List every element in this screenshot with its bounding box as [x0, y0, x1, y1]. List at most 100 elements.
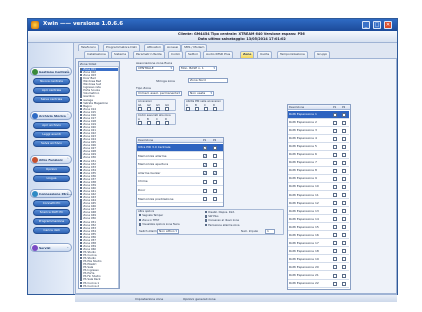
sidebar-section-gestione[interactable]: Gestione Centrale ⌃	[30, 67, 72, 76]
pin-checkbox[interactable]	[186, 107, 190, 111]
close-button[interactable]: ✕	[384, 21, 392, 29]
expansion-p2-checkbox[interactable]	[342, 241, 346, 246]
title-bar[interactable]: Xwin —— versione 1.0.6.6 _ □ ✕	[28, 19, 397, 31]
tab-attivatori[interactable]: Attivatori	[144, 44, 164, 51]
other-option-item[interactable]: Visualizza opzioni zona fisica	[139, 223, 180, 226]
expansion-p1-checkbox[interactable]	[333, 168, 337, 173]
expansion-p1-checkbox[interactable]	[333, 281, 337, 286]
assoc-select[interactable]: CENTRALE	[136, 66, 174, 71]
accensione-checkbox[interactable]	[165, 107, 169, 111]
other-option-item[interactable]: Esclusione allarme zona	[205, 223, 239, 227]
expansion-row[interactable]: Rotti Espansione 5	[288, 143, 349, 151]
expansion-p1-checkbox[interactable]	[333, 257, 337, 262]
expansion-p2-checkbox[interactable]	[342, 184, 346, 189]
expansion-p1-checkbox[interactable]	[333, 120, 337, 125]
expansion-p1-checkbox[interactable]	[333, 128, 337, 133]
expansion-row[interactable]: Rotti Espansione 8	[288, 167, 349, 175]
expansion-row[interactable]: Rotti Espansione 3	[288, 127, 349, 135]
expansion-p1-checkbox[interactable]	[333, 209, 337, 214]
expansion-p2-checkbox[interactable]	[342, 281, 346, 286]
expansion-p2-checkbox[interactable]	[342, 152, 346, 157]
pin-checkbox[interactable]	[213, 107, 217, 111]
other-option-item[interactable]: Segnala Tamper	[139, 214, 163, 217]
option-p2-checkbox[interactable]	[213, 162, 217, 167]
sidebar-item-carica-dati[interactable]: Carica dati	[33, 227, 70, 234]
sidebar-item-connetti-pc[interactable]: Connetti PC	[33, 200, 70, 207]
tab-zone[interactable]: Zone	[240, 51, 255, 58]
other-option-item[interactable]: Zona in TEST	[139, 218, 159, 222]
expansion-p2-checkbox[interactable]	[342, 193, 346, 197]
zone-string-input[interactable]: Zona Nord	[188, 78, 228, 83]
expansion-row[interactable]: Rotti Espansione 10	[288, 183, 349, 191]
maximize-button[interactable]: □	[373, 21, 381, 29]
codice-checkbox[interactable]	[165, 121, 169, 125]
other-option-item[interactable]: SW Plus	[205, 215, 219, 218]
tab-programmatore-dati[interactable]: Programmatore Dati	[103, 44, 140, 51]
sidebar-item-scarica-dati[interactable]: Scarica DATI PC	[33, 209, 70, 216]
accensione-checkbox[interactable]	[138, 107, 142, 111]
option-p1-checkbox[interactable]	[203, 145, 207, 150]
switch-select[interactable]: Non attivo	[157, 229, 179, 234]
assoc-module-select[interactable]: Mon. BASE n. 1	[179, 66, 217, 71]
expansion-row[interactable]: Rotti Espansione 11	[288, 192, 349, 199]
codice-checkbox[interactable]	[156, 121, 160, 125]
expansion-row[interactable]: Rotti Espansione 19	[288, 256, 349, 264]
expansion-p2-checkbox[interactable]	[342, 144, 346, 149]
zone-options-table[interactable]: Descrizione P1 P2 Ultra PIR 3.0 Centrale…	[136, 137, 224, 207]
expansion-row[interactable]: Rotti Espansione 4	[288, 135, 349, 143]
sidebar-section-altre-funzioni[interactable]: Altre Funzioni ⌃	[30, 155, 72, 164]
expansion-row[interactable]: Rotti Espansione 20	[288, 264, 349, 272]
tab-codici[interactable]: Codici	[168, 51, 184, 58]
expansion-row[interactable]: Rotti Espansione 17	[288, 240, 349, 248]
expansion-p2-checkbox[interactable]	[342, 120, 346, 125]
tab-installazione[interactable]: Installazione	[84, 51, 109, 58]
option-p1-checkbox[interactable]	[203, 162, 207, 167]
sidebar-item-salva-centrale[interactable]: Salva centrale	[33, 96, 70, 103]
expansion-p1-checkbox[interactable]	[333, 249, 337, 254]
expansion-p1-checkbox[interactable]	[333, 160, 337, 165]
codice-checkbox[interactable]	[138, 121, 142, 125]
option-p2-checkbox[interactable]	[213, 179, 217, 184]
pin-checkbox[interactable]	[204, 107, 208, 111]
option-p1-checkbox[interactable]	[203, 197, 207, 202]
expansion-row[interactable]: Rotti Espansione 7	[288, 159, 349, 167]
expansion-p2-checkbox[interactable]	[342, 249, 346, 254]
tab-settori[interactable]: Settori	[185, 51, 202, 58]
sidebar-item-leggi-eventi[interactable]: Leggi eventi	[33, 131, 70, 138]
expansion-table[interactable]: Descrizione P1 P2 Rotti Espansione 1 Rott…	[287, 104, 351, 290]
sidebar-item-opzioni[interactable]: Opzioni	[33, 166, 70, 173]
impulsi-input[interactable]: 1	[265, 229, 275, 234]
expansion-row[interactable]: Rotti Espansione 6	[288, 151, 349, 159]
sidebar-section-servizi[interactable]: Servizi ⌄	[30, 243, 72, 252]
options-table-row[interactable]: Memorizza apertura	[137, 161, 223, 169]
expansion-p2-checkbox[interactable]	[342, 168, 346, 173]
accensione-checkbox[interactable]	[156, 107, 160, 111]
expansion-row[interactable]: Rotti Espansione 14	[288, 216, 349, 224]
tab-parametri-utente[interactable]: Parametri Utente	[133, 51, 165, 58]
zone-list-scrollbar[interactable]	[118, 67, 119, 288]
sidebar-item-apri-centrale[interactable]: Apri centrale	[33, 87, 70, 94]
expansion-p1-checkbox[interactable]	[333, 152, 337, 157]
sidebar-item-salva-archivio[interactable]: Salva archivio	[33, 140, 70, 147]
expansion-p1-checkbox[interactable]	[333, 176, 337, 181]
expansion-row[interactable]: Rotti Espansione 16	[288, 232, 349, 240]
expansion-p2-checkbox[interactable]	[342, 209, 346, 214]
expansion-p1-checkbox[interactable]	[333, 201, 337, 206]
sidebar-item-apri-archivio[interactable]: Apri archivio	[33, 122, 70, 129]
sidebar-item-lingua[interactable]: Lingua	[33, 175, 70, 182]
expansion-row[interactable]: Rotti Espansione 18	[288, 248, 349, 256]
expansion-p1-checkbox[interactable]	[333, 233, 337, 238]
expansion-row[interactable]: Rotti Espansione 22	[288, 280, 349, 288]
expansion-row[interactable]: Rotti Espansione 12	[288, 200, 349, 208]
minimize-button[interactable]: _	[362, 21, 370, 29]
option-p1-checkbox[interactable]	[203, 171, 207, 176]
options-table-row[interactable]: Ultra PIR 3.0 Centrale	[137, 144, 223, 152]
tab-sms-modem[interactable]: SMS / Modem	[181, 44, 208, 51]
expansion-p2-checkbox[interactable]	[342, 136, 346, 141]
expansion-p1-checkbox[interactable]	[333, 273, 337, 278]
option-p2-checkbox[interactable]	[213, 188, 217, 193]
expansion-p2-checkbox[interactable]	[342, 160, 346, 165]
sidebar-section-connessione[interactable]: Connessione Xtre... ⌃	[30, 189, 72, 198]
zone-list-item[interactable]: PS Cucina 2	[80, 284, 118, 288]
expansion-row[interactable]: Rotti Espansione 13	[288, 208, 349, 216]
